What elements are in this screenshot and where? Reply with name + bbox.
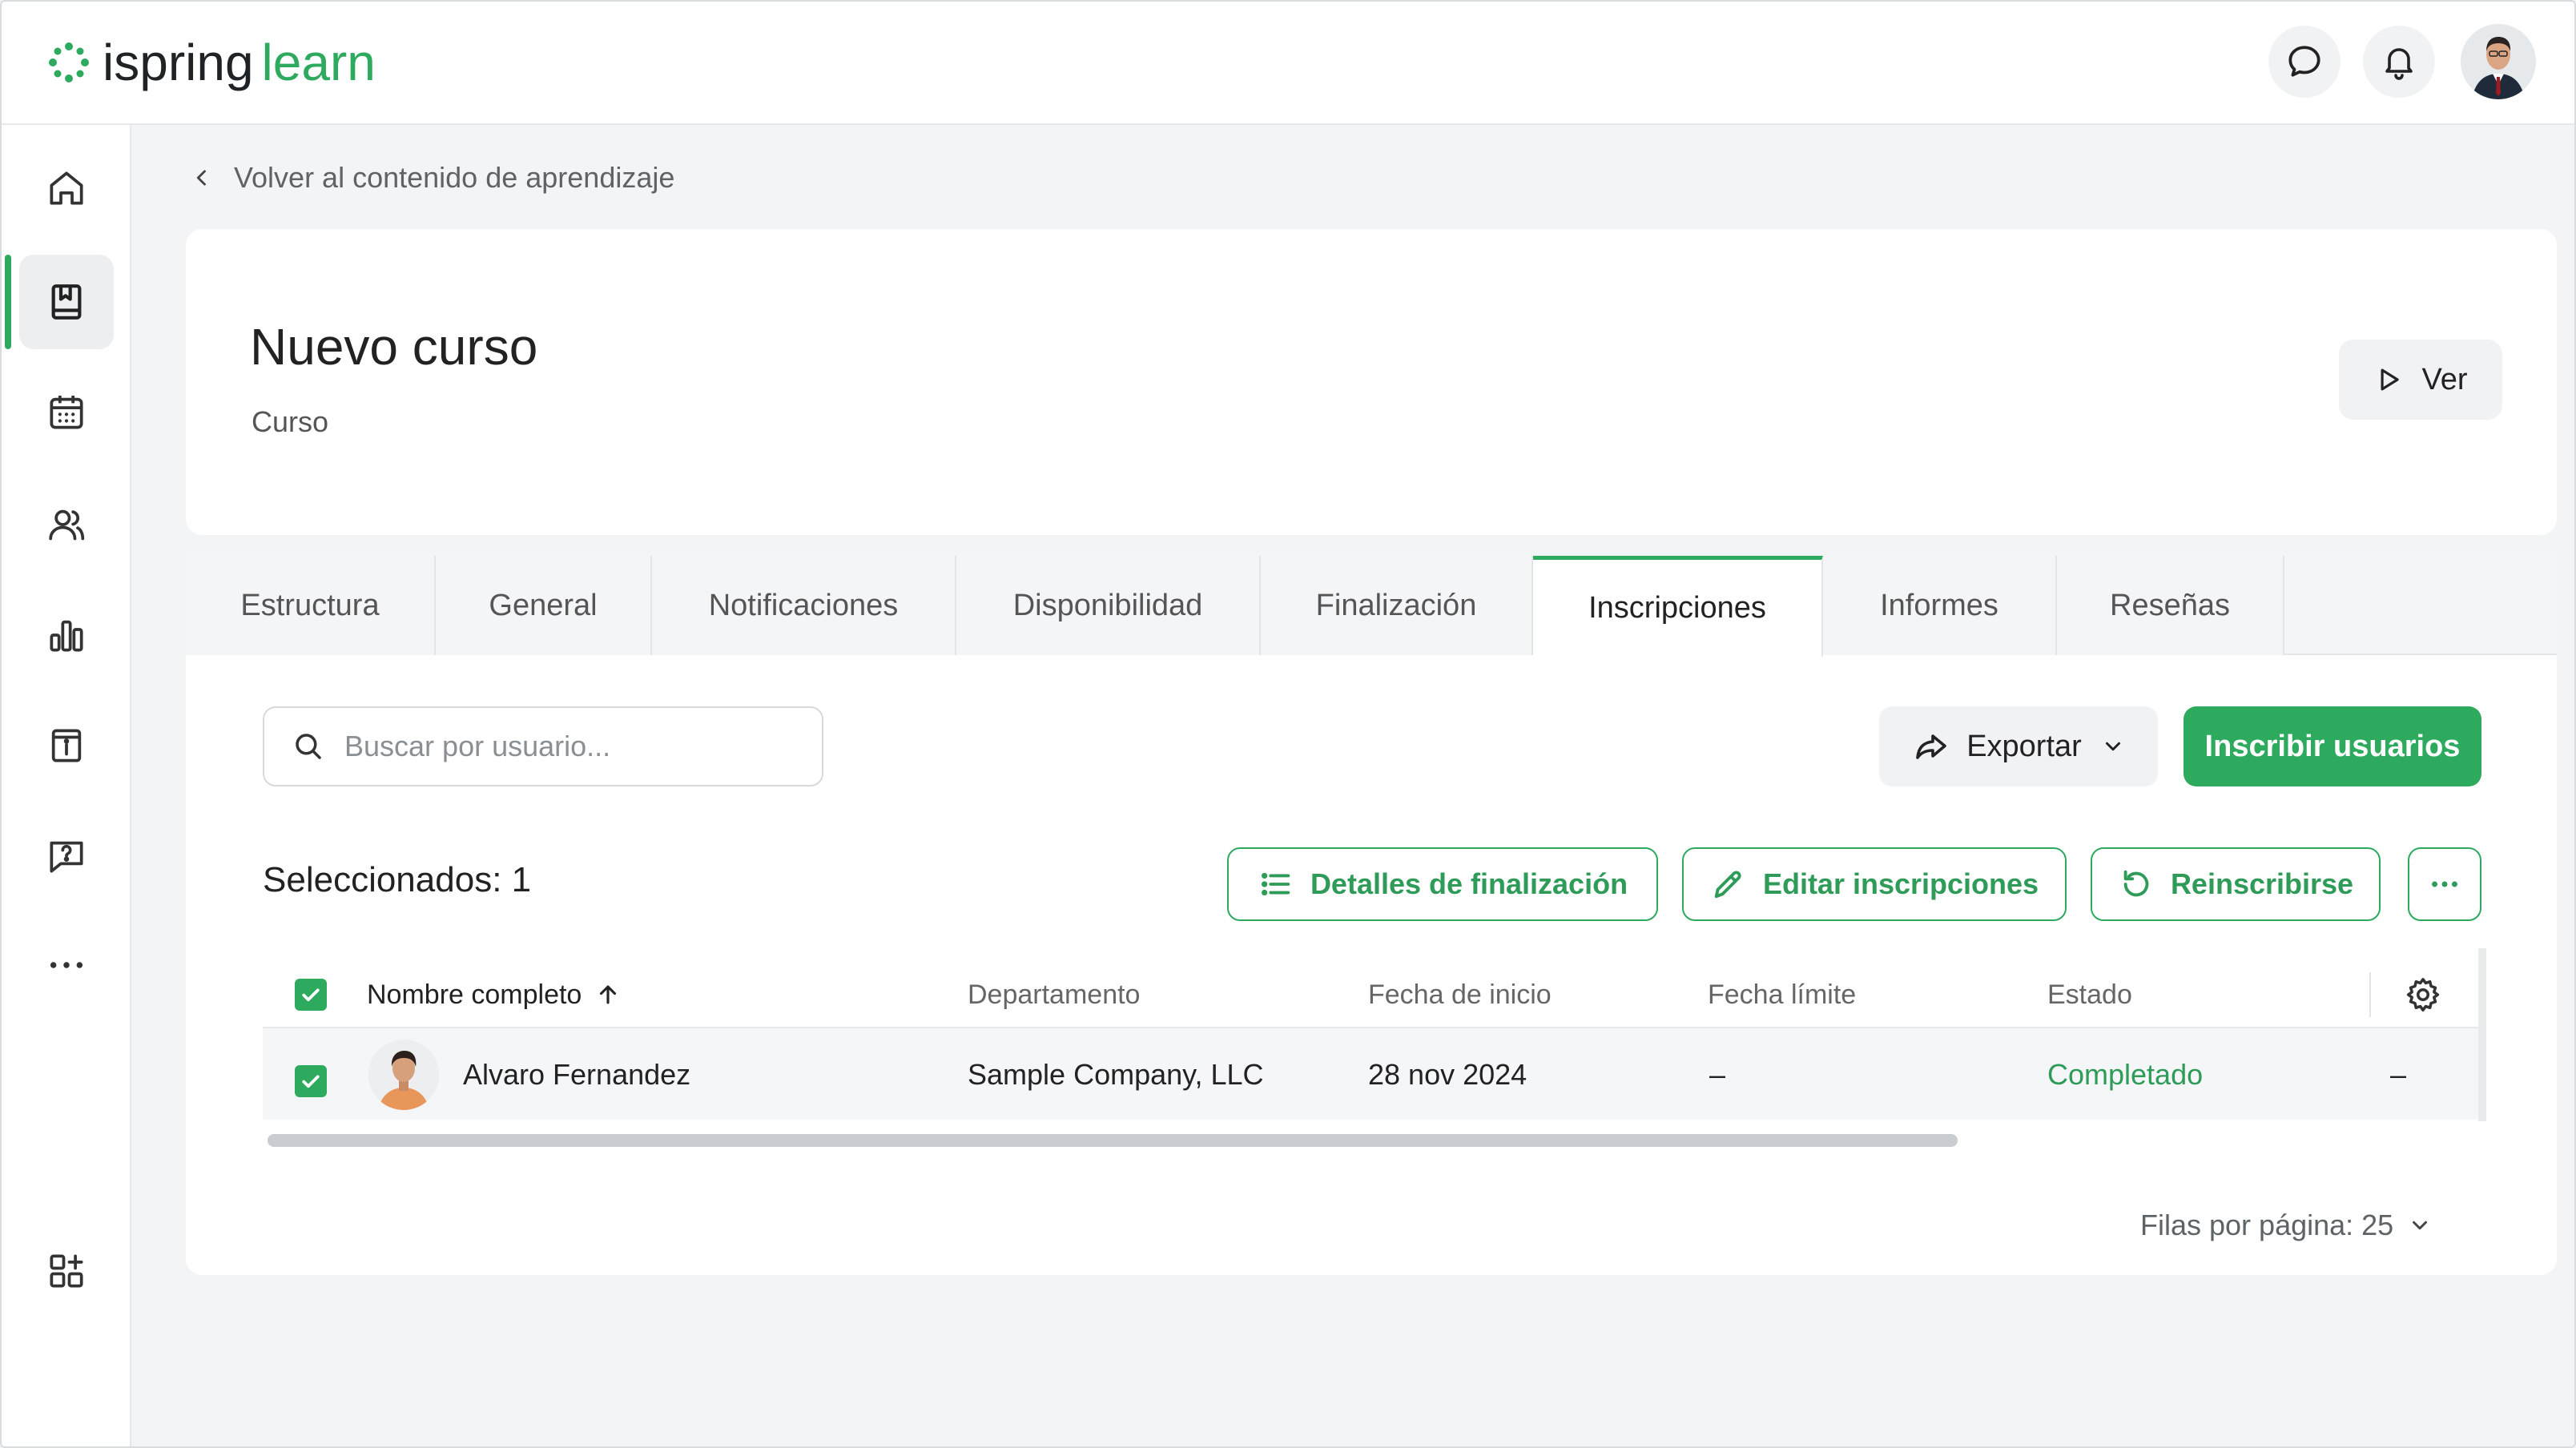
sidebar <box>2 125 131 1446</box>
more-dots-icon <box>50 962 83 968</box>
search-icon <box>296 734 321 759</box>
top-bar: ispring learn <box>2 2 2574 125</box>
sidebar-item-info[interactable] <box>19 698 114 793</box>
user-name[interactable]: Alvaro Fernandez <box>463 1052 690 1097</box>
share-arrow-icon <box>1916 734 1946 759</box>
tab-resenas[interactable]: Reseñas <box>2057 556 2284 655</box>
course-header-card: Nuevo curso Curso Ver <box>186 229 2557 535</box>
enroll-users-button[interactable]: Inscribir usuarios <box>2184 706 2481 786</box>
search-placeholder: Buscar por usuario... <box>344 730 611 762</box>
back-link[interactable]: Volver al contenido de aprendizaje <box>191 159 674 197</box>
notifications-button[interactable] <box>2363 26 2435 98</box>
rows-per-page-select[interactable]: Filas por página: 25 <box>2140 1203 2432 1248</box>
ispring-logo-icon <box>49 42 89 82</box>
course-type-label: Curso <box>252 405 329 438</box>
scroll-shadow <box>2478 948 2486 1121</box>
app-logo[interactable]: ispring learn <box>46 30 376 95</box>
play-icon <box>2381 368 2400 391</box>
tab-estructura[interactable]: Estructura <box>186 556 436 655</box>
tab-finalizacion[interactable]: Finalización <box>1261 556 1533 655</box>
chat-bubble-icon <box>2288 46 2320 77</box>
tab-notificaciones[interactable]: Notificaciones <box>652 556 956 655</box>
users-icon <box>49 509 85 541</box>
refresh-icon <box>2123 870 2149 897</box>
chat-button[interactable] <box>2268 26 2341 98</box>
info-board-icon <box>51 729 82 762</box>
enrollments-card: Estructura General Notificaciones Dispon… <box>186 556 2557 1275</box>
page-title: Nuevo curso <box>250 318 538 376</box>
row-checkbox[interactable] <box>295 1065 327 1097</box>
bell-icon <box>2385 48 2413 80</box>
reenroll-button[interactable]: Reinscribirse <box>2091 847 2381 921</box>
calendar-icon <box>50 396 83 429</box>
checkmark-icon <box>302 988 320 1002</box>
more-actions-button[interactable] <box>2408 847 2481 921</box>
user-avatar[interactable] <box>2461 24 2536 99</box>
table-settings-button[interactable] <box>2403 969 2443 1020</box>
logo-text-ispring: ispring <box>103 34 254 91</box>
status-badge: Completado <box>2047 1058 2204 1091</box>
active-nav-indicator <box>5 255 11 349</box>
tab-disponibilidad[interactable]: Disponibilidad <box>956 556 1261 655</box>
edit-enrollments-label: Editar inscripciones <box>1762 867 2039 900</box>
tab-informes[interactable]: Informes <box>1823 556 2057 655</box>
search-input[interactable]: Buscar por usuario... <box>263 706 823 786</box>
user-department: Sample Company, LLC <box>968 1058 1264 1091</box>
logo-text-learn: learn <box>261 34 376 91</box>
book-icon <box>51 284 82 320</box>
select-all-checkbox[interactable] <box>295 979 327 1011</box>
column-divider <box>2369 972 2371 1017</box>
completion-details-button[interactable]: Detalles de finalización <box>1227 847 1658 921</box>
edit-enrollments-button[interactable]: Editar inscripciones <box>1682 847 2067 921</box>
chevron-down-icon <box>2105 742 2120 751</box>
question-chat-icon <box>50 841 83 873</box>
user-photo-icon <box>2461 24 2536 99</box>
rows-per-page-label: Filas por página: 25 <box>2140 1209 2394 1241</box>
column-header-due-date[interactable]: Fecha límite <box>1708 969 1856 1020</box>
column-header-name-label: Nombre completo <box>367 979 582 1010</box>
pencil-icon <box>1714 871 1741 899</box>
completion-details-label: Detalles de finalización <box>1310 867 1628 900</box>
extra-column-value: – <box>2390 1058 2407 1091</box>
tab-bar: Estructura General Notificaciones Dispon… <box>186 556 2557 657</box>
home-icon <box>50 171 83 205</box>
export-button[interactable]: Exportar <box>1879 706 2158 786</box>
app-window: ispring learn Volver al contenido de apr… <box>0 0 2576 1448</box>
due-date: – <box>1709 1058 1726 1091</box>
apps-add-icon <box>50 1254 83 1288</box>
back-link-label: Volver al contenido de aprendizaje <box>234 161 675 194</box>
list-icon <box>1261 872 1290 896</box>
column-header-start-date[interactable]: Fecha de inicio <box>1368 969 1552 1020</box>
more-dots-icon <box>2432 881 2457 887</box>
reenroll-label: Reinscribirse <box>2170 867 2354 900</box>
bar-chart-icon <box>50 620 83 652</box>
checkmark-icon <box>302 1075 320 1088</box>
sidebar-item-reports[interactable] <box>19 588 114 682</box>
horizontal-scrollbar[interactable] <box>268 1134 1958 1147</box>
column-header-department[interactable]: Departamento <box>968 969 1140 1020</box>
tab-general[interactable]: General <box>436 556 652 655</box>
arrow-up-icon <box>600 985 617 1004</box>
start-date: 28 nov 2024 <box>1368 1058 1527 1091</box>
chevron-left-icon <box>196 170 206 186</box>
export-button-label: Exportar <box>1966 729 2082 763</box>
chevron-down-icon <box>2413 1221 2428 1230</box>
sidebar-item-calendar[interactable] <box>19 365 114 460</box>
sidebar-item-users[interactable] <box>19 477 114 572</box>
column-header-status[interactable]: Estado <box>2047 969 2132 1020</box>
sidebar-item-learning-content[interactable] <box>19 255 114 349</box>
avatar <box>368 1040 439 1110</box>
user-photo-icon <box>368 1040 439 1110</box>
selected-count: Seleccionados: 1 <box>263 860 532 899</box>
view-button[interactable]: Ver <box>2339 340 2502 420</box>
sidebar-item-more[interactable] <box>19 918 114 1012</box>
sidebar-item-add-apps[interactable] <box>19 1224 114 1318</box>
sidebar-item-home[interactable] <box>19 141 114 235</box>
tab-inscripciones[interactable]: Inscripciones <box>1533 556 1823 657</box>
column-header-name[interactable]: Nombre completo <box>367 969 622 1020</box>
gear-icon <box>2406 978 2440 1012</box>
view-button-label: Ver <box>2421 362 2468 396</box>
sidebar-item-help[interactable] <box>19 809 114 903</box>
